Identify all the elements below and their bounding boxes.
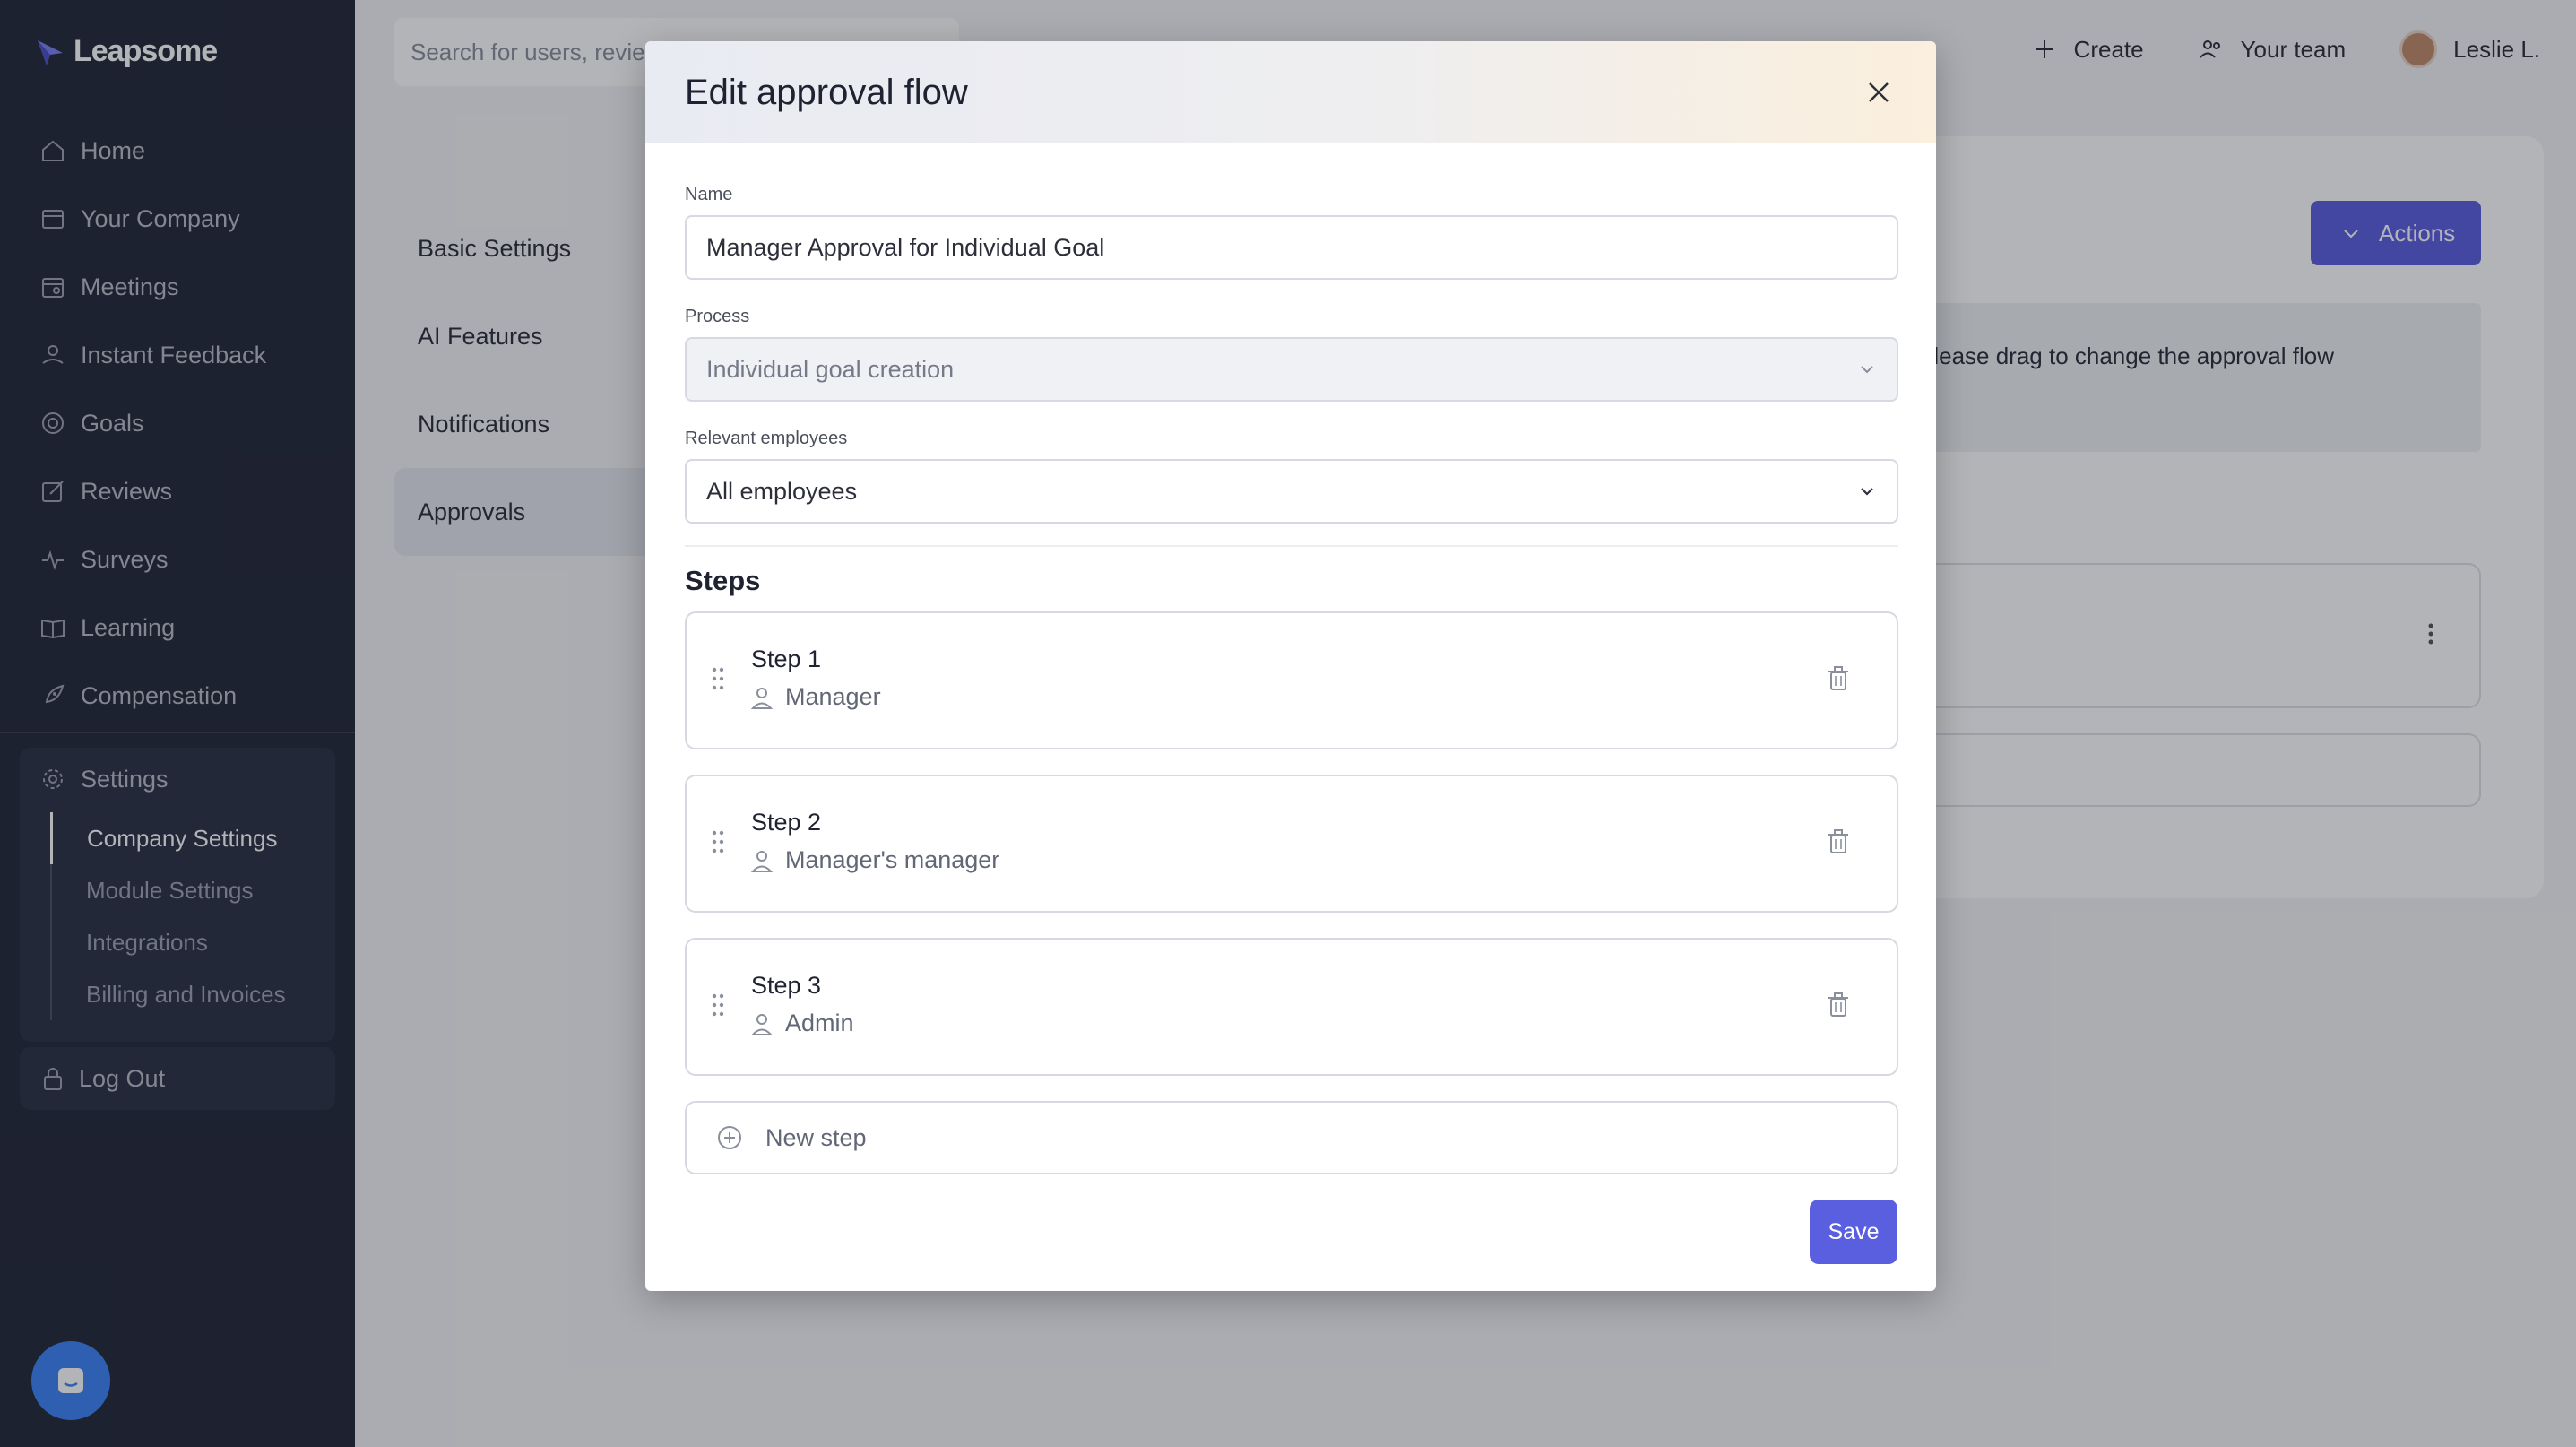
- step-role: Manager's manager: [751, 846, 999, 874]
- name-label: Name: [685, 185, 733, 204]
- user-icon: [751, 1013, 773, 1035]
- user-icon: [751, 687, 773, 709]
- process-select[interactable]: Individual goal creation: [685, 337, 1898, 402]
- step-card[interactable]: Step 3 Admin: [685, 938, 1898, 1076]
- process-value: Individual goal creation: [706, 355, 955, 383]
- trash-icon[interactable]: [1827, 828, 1850, 855]
- drag-handle-icon[interactable]: [710, 665, 726, 692]
- modal-header: Edit approval flow: [645, 41, 1936, 143]
- process-label: Process: [685, 307, 750, 326]
- modal-title: Edit approval flow: [685, 72, 968, 112]
- close-icon[interactable]: [1861, 74, 1897, 110]
- step-role: Manager: [751, 683, 881, 711]
- employees-select[interactable]: All employees: [685, 459, 1898, 524]
- name-field[interactable]: Manager Approval for Individual Goal: [685, 215, 1898, 280]
- step-role-label: Manager's manager: [785, 846, 1000, 873]
- new-step-label: New step: [765, 1123, 867, 1151]
- step-role-label: Admin: [785, 1009, 854, 1036]
- divider: [685, 545, 1898, 547]
- chevron-down-icon: [1861, 366, 1873, 374]
- trash-icon[interactable]: [1827, 665, 1850, 692]
- employees-label: Relevant employees: [685, 429, 848, 448]
- name-value: Manager Approval for Individual Goal: [706, 233, 1105, 261]
- trash-icon[interactable]: [1827, 992, 1850, 1018]
- step-card[interactable]: Step 2 Manager's manager: [685, 775, 1898, 913]
- employees-value: All employees: [706, 477, 858, 505]
- user-icon: [751, 850, 773, 872]
- new-step-button[interactable]: New step: [685, 1101, 1898, 1174]
- step-name: Step 2: [751, 809, 822, 836]
- step-role-label: Manager: [785, 683, 881, 710]
- steps-title: Steps: [685, 565, 761, 596]
- save-button[interactable]: Save: [1810, 1200, 1897, 1264]
- plus-circle-icon: [718, 1126, 741, 1149]
- edit-approval-flow-modal: Edit approval flow Name Manager Approval…: [645, 41, 1936, 1291]
- step-card[interactable]: Step 1 Manager: [685, 611, 1898, 749]
- drag-handle-icon[interactable]: [710, 828, 726, 855]
- step-name: Step 1: [751, 646, 822, 672]
- drag-handle-icon[interactable]: [710, 992, 726, 1018]
- step-role: Admin: [751, 1009, 854, 1037]
- step-name: Step 3: [751, 972, 822, 999]
- chevron-down-icon: [1861, 488, 1873, 496]
